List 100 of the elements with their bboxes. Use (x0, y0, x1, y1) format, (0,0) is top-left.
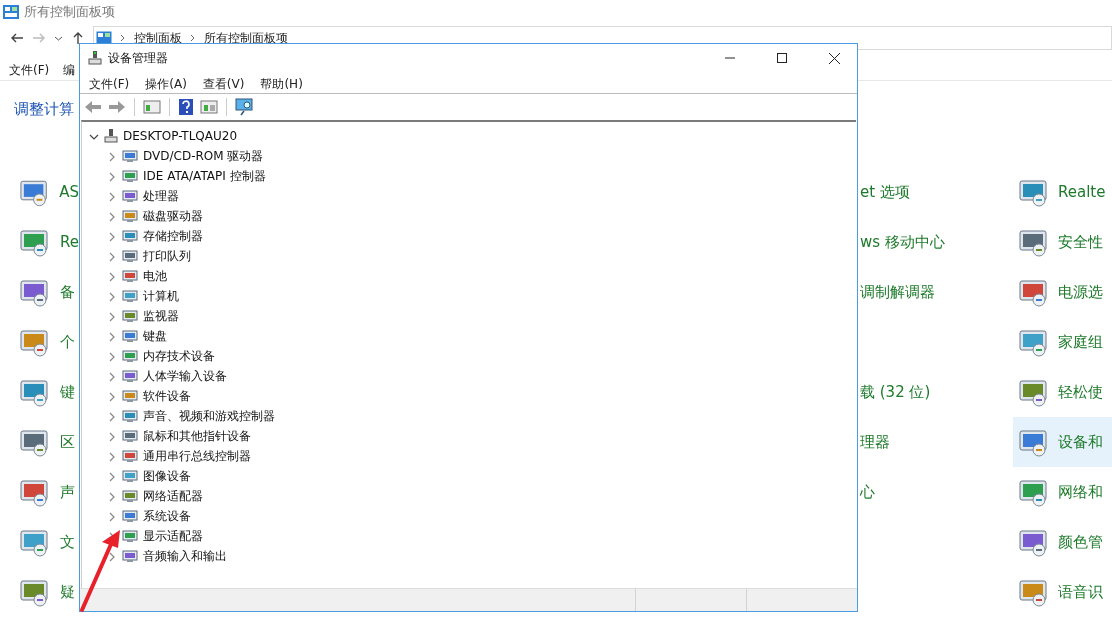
control-panel-item[interactable]: 安全性 (1013, 217, 1112, 267)
control-panel-link[interactable]: 个 (60, 332, 75, 352)
forward-button[interactable] (107, 98, 127, 116)
expand-chevron-icon[interactable] (107, 251, 117, 262)
device-icon (122, 428, 138, 444)
computer-icon (88, 50, 102, 66)
control-panel-link[interactable]: 键 (60, 382, 75, 402)
menu-item[interactable]: 文件(F) (9, 60, 50, 80)
control-panel-link[interactable]: 载 (32 位) (860, 382, 931, 402)
tree-item[interactable]: 鼠标和其他指针设备 (143, 427, 251, 445)
expand-chevron-icon[interactable] (107, 451, 117, 462)
device-icon (122, 348, 138, 364)
expand-chevron-icon[interactable] (107, 191, 117, 202)
expand-chevron-icon[interactable] (107, 151, 117, 162)
maximize-icon (777, 53, 787, 63)
expand-chevron-icon[interactable] (107, 411, 117, 422)
control-panel-link[interactable]: 区 (60, 432, 75, 452)
expand-chevron-icon[interactable] (107, 211, 117, 222)
expand-chevron-icon[interactable] (107, 271, 117, 282)
expand-chevron-icon[interactable] (107, 291, 117, 302)
help-button[interactable] (177, 97, 195, 117)
expand-chevron-icon[interactable] (107, 171, 117, 182)
menu-item[interactable]: 编 (63, 60, 76, 80)
control-panel-item[interactable]: 电源选 (1013, 267, 1112, 317)
control-panel-item[interactable]: Realte (1013, 167, 1112, 217)
expand-chevron-icon[interactable] (107, 391, 117, 402)
control-panel-link[interactable]: AS (59, 183, 79, 201)
tree-item[interactable]: 存储控制器 (143, 227, 203, 245)
device-icon (122, 368, 138, 384)
device-icon (122, 388, 138, 404)
forward-button[interactable] (32, 31, 46, 45)
tree-item[interactable]: 系统设备 (143, 507, 191, 525)
tree-item[interactable]: 键盘 (143, 327, 167, 345)
device-icon (122, 168, 138, 184)
tree-item[interactable]: 处理器 (143, 187, 179, 205)
device-icon (122, 308, 138, 324)
control-panel-link[interactable]: et 选项 (860, 182, 910, 202)
tree-item[interactable]: 计算机 (143, 287, 179, 305)
expand-chevron-icon[interactable] (107, 491, 117, 502)
tree-item[interactable]: 磁盘驱动器 (143, 207, 203, 225)
device-icon (122, 468, 138, 484)
control-panel-link[interactable]: 心 (860, 482, 875, 502)
expand-chevron-icon[interactable] (107, 551, 117, 562)
expand-chevron-icon[interactable] (107, 231, 117, 242)
expand-chevron-icon[interactable] (107, 331, 117, 342)
highlighted-item[interactable]: 设备和 (1013, 417, 1112, 467)
control-panel-item[interactable]: 家庭组 (1013, 317, 1112, 367)
control-panel-link[interactable]: 理器 (860, 432, 890, 452)
device-icon (122, 408, 138, 424)
tree-item[interactable]: 声音、视频和游戏控制器 (143, 407, 275, 425)
control-panel-item[interactable]: 颜色管 (1013, 517, 1112, 567)
device-icon (122, 148, 138, 164)
control-panel-link[interactable]: 文 (60, 532, 75, 552)
tree-item[interactable]: DESKTOP-TLQAU20 (123, 129, 238, 143)
action-pane-button[interactable] (199, 98, 219, 116)
tree-item[interactable]: 内存技术设备 (143, 347, 215, 365)
menu-item[interactable]: 帮助(H) (260, 76, 303, 93)
control-panel-link[interactable]: 疑 (60, 582, 75, 602)
console-tree-button[interactable] (142, 98, 162, 116)
tree-item[interactable]: 图像设备 (143, 467, 191, 485)
tree-item[interactable]: 打印队列 (143, 247, 191, 265)
device-icon (122, 228, 138, 244)
control-panel-item[interactable]: 轻松使 (1013, 367, 1112, 417)
expand-chevron-icon[interactable] (107, 311, 117, 322)
tree-item[interactable]: 网络适配器 (143, 487, 203, 505)
breadcrumb-item[interactable]: 控制面板 (134, 29, 182, 47)
close-icon (828, 52, 840, 64)
expand-chevron-icon[interactable] (107, 351, 117, 362)
expand-chevron-icon[interactable] (107, 511, 117, 522)
up-button[interactable] (71, 31, 85, 45)
chevron-icon (190, 34, 196, 42)
device-icon (122, 488, 138, 504)
tree-item[interactable]: 监视器 (143, 307, 179, 325)
back-button[interactable] (10, 31, 24, 45)
control-panel-link[interactable]: Re (60, 233, 79, 251)
tree-item[interactable]: 显示适配器 (143, 527, 203, 545)
scan-hardware-button[interactable] (234, 97, 256, 117)
menu-item[interactable]: 操作(A) (145, 76, 187, 93)
control-panel-link[interactable]: 备 (60, 282, 75, 302)
expand-chevron-icon[interactable] (107, 431, 117, 442)
tree-item[interactable]: 人体学输入设备 (143, 367, 227, 385)
tree-item[interactable]: 电池 (143, 267, 167, 285)
control-panel-item[interactable]: 语音识 (1013, 567, 1112, 617)
menu-item[interactable]: 文件(F) (89, 76, 130, 93)
tree-item[interactable]: 软件设备 (143, 387, 191, 405)
device-icon (122, 328, 138, 344)
menu-item[interactable]: 查看(V) (202, 76, 245, 93)
tree-item[interactable]: 音频输入和输出 (143, 547, 227, 565)
tree-item[interactable]: 通用串行总线控制器 (143, 447, 251, 465)
control-panel-link[interactable]: 声 (60, 482, 75, 502)
expand-chevron-icon[interactable] (107, 371, 117, 382)
device-icon (122, 268, 138, 284)
control-panel-link[interactable]: 调制解调器 (860, 282, 935, 302)
control-panel-link[interactable]: ws 移动中心 (860, 232, 945, 252)
control-panel-item[interactable]: 网络和 (1013, 467, 1112, 517)
window-title: 设备管理器 (108, 49, 169, 67)
tree-item[interactable]: DVD/CD-ROM 驱动器 (143, 147, 264, 165)
tree-item[interactable]: IDE ATA/ATAPI 控制器 (143, 167, 266, 185)
expand-chevron-icon[interactable] (107, 471, 117, 482)
breadcrumb-item[interactable]: 所有控制面板项 (204, 29, 288, 47)
